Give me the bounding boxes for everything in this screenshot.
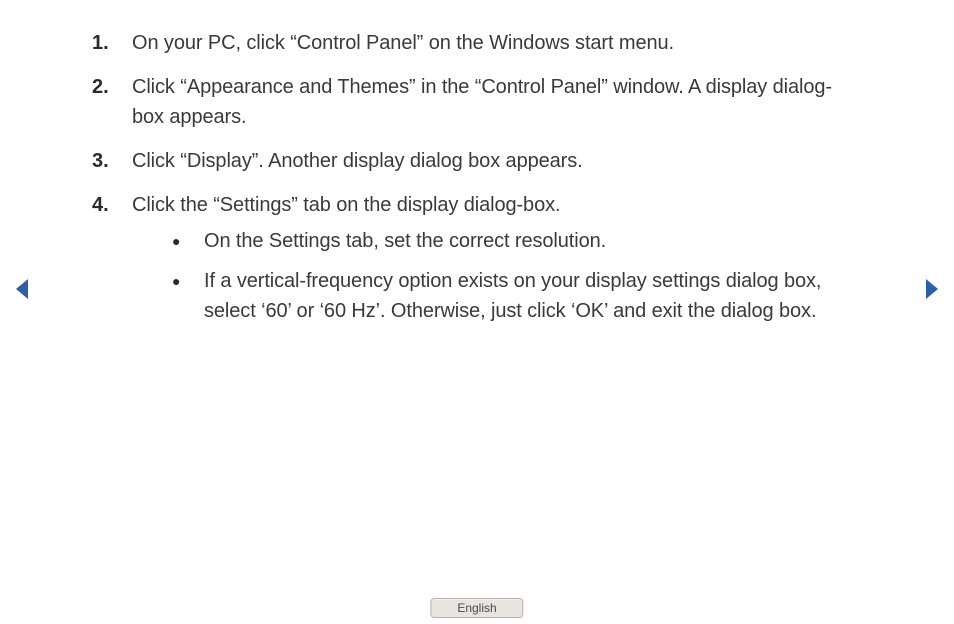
sub-bullet-list: ● On the Settings tab, set the correct r… — [132, 226, 862, 326]
step-number: 3. — [92, 146, 132, 176]
step-text: Click “Display”. Another display dialog … — [132, 146, 583, 176]
instruction-content: 1. On your PC, click “Control Panel” on … — [0, 0, 954, 336]
bullet-text: On the Settings tab, set the correct res… — [204, 226, 606, 256]
bullet-icon: ● — [172, 226, 204, 256]
bullet-icon: ● — [172, 266, 204, 326]
bullet-item: ● If a vertical-frequency option exists … — [172, 266, 862, 326]
language-badge: English — [430, 598, 523, 618]
triangle-left-icon — [14, 287, 30, 304]
bullet-text: If a vertical-frequency option exists on… — [204, 266, 862, 326]
step-2: 2. Click “Appearance and Themes” in the … — [92, 72, 862, 132]
bullet-item: ● On the Settings tab, set the correct r… — [172, 226, 862, 256]
step-text: Click “Appearance and Themes” in the “Co… — [132, 72, 862, 132]
step-4: 4. Click the “Settings” tab on the displ… — [92, 190, 862, 336]
step-3: 3. Click “Display”. Another display dial… — [92, 146, 862, 176]
triangle-right-icon — [924, 287, 940, 304]
prev-page-button[interactable] — [14, 278, 30, 305]
step-number: 1. — [92, 28, 132, 58]
next-page-button[interactable] — [924, 278, 940, 305]
step-number: 4. — [92, 190, 132, 336]
step-text: On your PC, click “Control Panel” on the… — [132, 28, 674, 58]
step-number: 2. — [92, 72, 132, 132]
step-text: Click the “Settings” tab on the display … — [132, 190, 862, 220]
step-1: 1. On your PC, click “Control Panel” on … — [92, 28, 862, 58]
